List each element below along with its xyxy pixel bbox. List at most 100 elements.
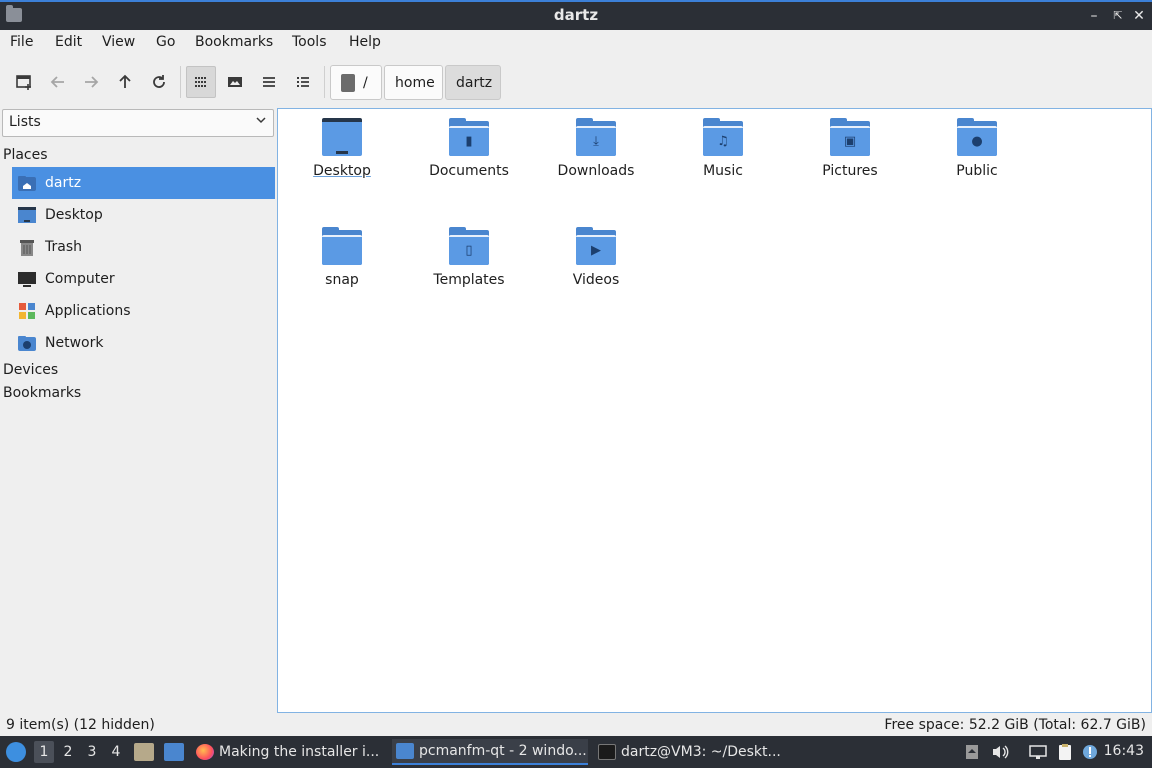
- minimize-icon[interactable]: –: [1085, 6, 1103, 26]
- file-label: Desktop: [313, 163, 371, 179]
- drive-icon: [341, 73, 355, 92]
- workspace-4[interactable]: 4: [106, 741, 126, 763]
- folder-icon: [396, 743, 414, 759]
- icon-view-icon[interactable]: [186, 66, 216, 98]
- desktop-folder-icon: [322, 118, 362, 156]
- file-label: snap: [325, 272, 359, 288]
- toolbar-separator: [324, 66, 325, 98]
- menu-go[interactable]: Go: [156, 34, 175, 50]
- file-label: Music: [703, 163, 743, 179]
- devices-header[interactable]: Devices: [3, 362, 58, 378]
- file-item-templates[interactable]: ▯ Templates: [414, 227, 524, 288]
- workspace-2[interactable]: 2: [58, 741, 78, 763]
- menu-bookmarks[interactable]: Bookmarks: [195, 34, 273, 50]
- place-trash[interactable]: Trash: [12, 231, 275, 263]
- breadcrumb-dartz[interactable]: dartz: [445, 65, 501, 100]
- places-header[interactable]: Places: [3, 147, 48, 163]
- folder-icon: [322, 227, 362, 265]
- file-label: Videos: [572, 272, 620, 288]
- notification-icon[interactable]: [1080, 742, 1100, 762]
- documents-folder-icon: ▮: [449, 118, 489, 156]
- close-icon[interactable]: ✕: [1130, 6, 1148, 26]
- menu-edit[interactable]: Edit: [55, 34, 82, 50]
- file-label: Documents: [429, 163, 509, 179]
- task-terminal[interactable]: dartz@VM3: ~/Deskt...: [594, 739, 784, 765]
- place-network[interactable]: Network: [12, 327, 275, 359]
- trash-icon: [17, 237, 37, 257]
- clock[interactable]: 16:43: [1104, 743, 1144, 759]
- breadcrumb-root[interactable]: /: [330, 65, 382, 100]
- task-label: Making the installer i...: [219, 744, 380, 760]
- place-dartz[interactable]: dartz: [12, 167, 275, 199]
- file-manager-launcher-icon[interactable]: [134, 743, 154, 761]
- item-count: 9 item(s) (12 hidden): [6, 717, 155, 733]
- window-title: dartz: [553, 6, 599, 24]
- back-icon[interactable]: [43, 66, 73, 98]
- templates-folder-icon: ▯: [449, 227, 489, 265]
- task-pcmanfm[interactable]: pcmanfm-qt - 2 windo...: [392, 739, 588, 765]
- place-computer[interactable]: Computer: [12, 263, 275, 295]
- desktop-icon: [17, 205, 37, 225]
- network-tray-icon[interactable]: [1028, 742, 1048, 762]
- bookmarks-header[interactable]: Bookmarks: [3, 385, 81, 401]
- status-bar: 9 item(s) (12 hidden) Free space: 52.2 G…: [0, 714, 1152, 736]
- place-label: Trash: [45, 239, 82, 255]
- start-menu-icon[interactable]: [6, 742, 26, 762]
- file-item-documents[interactable]: ▮ Documents: [414, 118, 524, 179]
- applications-icon: [17, 301, 37, 321]
- place-applications[interactable]: Applications: [12, 295, 275, 327]
- workspace-1[interactable]: 1: [34, 741, 54, 763]
- side-pane-mode-select[interactable]: Lists: [2, 109, 274, 137]
- up-icon[interactable]: [110, 66, 140, 98]
- task-firefox[interactable]: Making the installer i...: [192, 739, 384, 765]
- clipboard-icon[interactable]: [1055, 742, 1075, 762]
- downloads-folder-icon: ⤓: [576, 118, 616, 156]
- file-label: Templates: [433, 272, 505, 288]
- side-pane: Lists Places dartz Desktop Trash Compute…: [0, 106, 276, 714]
- side-pane-mode-value: Lists: [9, 114, 41, 130]
- menu-file[interactable]: File: [10, 34, 33, 50]
- place-desktop[interactable]: Desktop: [12, 199, 275, 231]
- file-item-desktop[interactable]: Desktop: [287, 118, 397, 179]
- task-label: pcmanfm-qt - 2 windo...: [419, 743, 587, 759]
- file-item-public[interactable]: ● Public: [922, 118, 1032, 179]
- file-item-pictures[interactable]: ▣ Pictures: [795, 118, 905, 179]
- menu-tools[interactable]: Tools: [292, 34, 327, 50]
- breadcrumb-root-label: /: [363, 74, 368, 91]
- videos-folder-icon: ▶: [576, 227, 616, 265]
- file-item-snap[interactable]: snap: [287, 227, 397, 288]
- menu-help[interactable]: Help: [349, 34, 381, 50]
- forward-icon[interactable]: [76, 66, 106, 98]
- detailed-list-view-icon[interactable]: [288, 66, 318, 98]
- chevron-down-icon: [255, 114, 267, 130]
- network-icon: [17, 333, 37, 353]
- file-item-music[interactable]: ♫ Music: [668, 118, 778, 179]
- folder-view[interactable]: Desktop ▮ Documents ⤓ Downloads ♫ Music …: [277, 108, 1152, 713]
- place-label: Computer: [45, 271, 115, 287]
- breadcrumb-dartz-label: dartz: [456, 74, 493, 91]
- volume-icon[interactable]: [990, 742, 1010, 762]
- workspace-3[interactable]: 3: [82, 741, 102, 763]
- file-item-videos[interactable]: ▶ Videos: [541, 227, 651, 288]
- toolbar: / home dartz: [0, 62, 1152, 102]
- computer-icon: [17, 269, 37, 289]
- title-bar: dartz – ⇱ ✕: [0, 0, 1152, 30]
- reload-icon[interactable]: [144, 66, 174, 98]
- show-desktop-icon[interactable]: [164, 743, 184, 761]
- maximize-icon[interactable]: ⇱: [1109, 6, 1127, 26]
- breadcrumb-home-label: home: [395, 74, 435, 91]
- task-label: dartz@VM3: ~/Deskt...: [621, 744, 781, 760]
- compact-view-icon[interactable]: [254, 66, 284, 98]
- tray-up-icon[interactable]: [962, 742, 982, 762]
- free-space: Free space: 52.2 GiB (Total: 62.7 GiB): [884, 717, 1146, 733]
- file-item-downloads[interactable]: ⤓ Downloads: [541, 118, 651, 179]
- place-label: dartz: [45, 175, 82, 191]
- toolbar-separator: [180, 66, 181, 98]
- place-label: Network: [45, 335, 104, 351]
- thumbnail-view-icon[interactable]: [220, 66, 250, 98]
- file-label: Pictures: [822, 163, 878, 179]
- breadcrumb-home[interactable]: home: [384, 65, 443, 100]
- terminal-icon: [598, 744, 616, 760]
- menu-view[interactable]: View: [102, 34, 135, 50]
- new-tab-icon[interactable]: [9, 66, 39, 98]
